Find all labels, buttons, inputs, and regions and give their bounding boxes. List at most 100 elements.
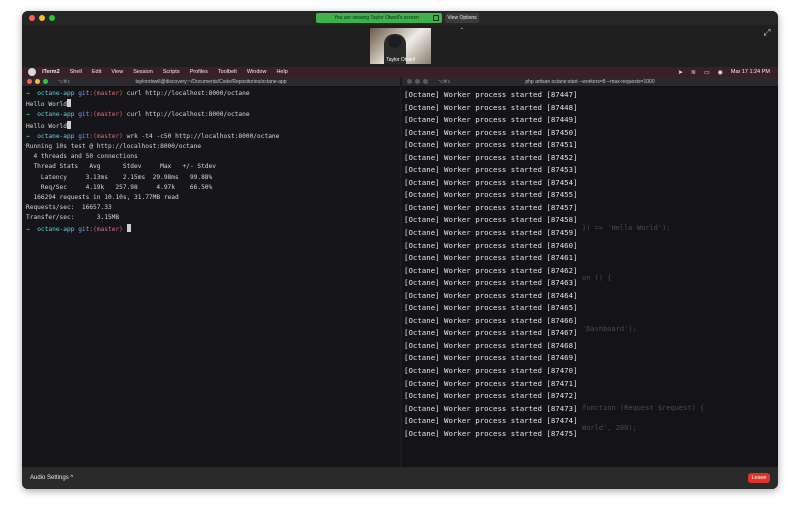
audio-settings-button[interactable]: Audio Settings ^	[30, 467, 73, 489]
worker-line: [Octane] Worker process started [87450]	[404, 127, 578, 137]
screen-share-banner: You are viewing Taylor Otwell's screen	[316, 13, 442, 23]
worker-line: [Octane] Worker process started [87454]	[404, 177, 578, 187]
worker-line: [Octane] Worker process started [87451]	[404, 140, 578, 150]
menu-item-help[interactable]: Help	[276, 69, 287, 75]
worker-line: [Octane] Worker process started [87474]	[404, 416, 578, 426]
menu-item-iterm2[interactable]: iTerm2	[42, 69, 60, 75]
prompt-dir: octane-app	[37, 111, 75, 119]
menu-item-edit[interactable]: Edit	[92, 69, 101, 75]
worker-line: [Octane] Worker process started [87460]	[404, 240, 578, 250]
worker-line: [Octane] Worker process started [87457]	[404, 202, 578, 212]
wrk-output-line: 4 threads and 50 connections	[26, 153, 138, 161]
wifi-icon[interactable]: ≋	[691, 69, 696, 76]
worker-line: [Octane] Worker process started [87462]	[404, 265, 578, 275]
worker-line: [Octane] Worker process started [87455]	[404, 190, 578, 200]
terminal-title: php artisan octane:start --workers=8 --m…	[525, 79, 655, 85]
control-center-icon[interactable]: ◉	[718, 69, 723, 76]
prompt-branch: (master)	[93, 132, 123, 140]
prompt-git: git:	[78, 111, 94, 119]
worker-line: [Octane] Worker process started [87463]	[404, 278, 578, 288]
worker-line: [Octane] Worker process started [87453]	[404, 165, 578, 175]
menubar-status: ➤ ≋ ▭ ◉ Mar 17 1:24 PM	[678, 67, 770, 77]
command-line: curl http://localhost:8000/octane	[126, 90, 250, 97]
window-controls	[29, 15, 55, 21]
worker-line: [Octane] Worker process started [87447]	[404, 90, 578, 99]
menu-item-session[interactable]: Session	[133, 69, 153, 75]
prompt-git: git:	[78, 225, 94, 233]
prompt-dir: octane-app	[37, 132, 75, 140]
terminal-cursor-mark	[66, 99, 71, 108]
terminal-pane-left[interactable]: ⌥⌘1 taylorotwell@discovery:~/Documents/C…	[22, 77, 400, 467]
zoom-window-button[interactable]	[49, 15, 55, 21]
leave-button[interactable]: Leave	[748, 473, 770, 483]
battery-icon[interactable]: ▭	[704, 69, 710, 76]
worker-line: [Octane] Worker process started [87472]	[404, 391, 578, 401]
prompt-branch: (master)	[93, 90, 123, 97]
menu-item-shell[interactable]: Shell	[70, 69, 82, 75]
terminal-titlebar: ⌥⌘1 taylorotwell@discovery:~/Documents/C…	[22, 77, 400, 87]
screen-share-banner-text: You are viewing Taylor Otwell's screen	[334, 15, 419, 21]
wrk-output-line: Transfer/sec: 3.15MB	[26, 214, 120, 222]
menu-item-profiles[interactable]: Profiles	[190, 69, 208, 75]
wrk-output-line: Thread Stats Avg Stdev Max +/- Stdev	[26, 163, 216, 171]
worker-line: [Octane] Worker process started [87468]	[404, 340, 578, 350]
worker-line: [Octane] Worker process started [87466]	[404, 315, 578, 325]
worker-line: [Octane] Worker process started [87473]	[404, 403, 578, 413]
menu-item-scripts[interactable]: Scripts	[163, 69, 180, 75]
prompt-arrow-icon: →	[26, 225, 38, 233]
wrk-output-line: Req/Sec 4.19k 257.98 4.97k 66.50%	[26, 183, 213, 191]
participant-name: Taylor Otwell	[386, 57, 415, 63]
share-screen-icon	[433, 15, 439, 21]
command-line: wrk -t4 -c50 http://localhost:8000/octan…	[126, 132, 280, 140]
command-output: Hello World	[26, 122, 67, 130]
prompt-arrow-icon: →	[26, 111, 38, 119]
command-output: Hello World	[26, 101, 67, 109]
mac-menubar: iTerm2 Shell Edit View Session Scripts P…	[22, 67, 778, 77]
expand-icon[interactable]: ⤢	[762, 27, 772, 37]
prompt-git: git:	[78, 132, 94, 140]
wrk-output-line: 166294 requests in 10.10s, 31.77MB read	[26, 194, 179, 202]
wrk-output-line: Requests/sec: 16657.33	[26, 204, 112, 212]
worker-line: [Octane] Worker process started [87471]	[404, 378, 578, 388]
terminal-cursor-mark	[66, 120, 71, 129]
audio-settings-label: Audio Settings	[30, 475, 69, 481]
zoom-window: You are viewing Taylor Otwell's screen V…	[22, 11, 778, 489]
prompt-dir: octane-app	[37, 225, 75, 233]
worker-line: [Octane] Worker process started [87448]	[404, 102, 578, 112]
menu-item-toolbelt[interactable]: Toolbelt	[218, 69, 237, 75]
worker-line: [Octane] Worker process started [87461]	[404, 253, 578, 263]
caret-up-icon: ^	[70, 475, 74, 481]
prompt-arrow-icon: →	[26, 90, 38, 97]
terminal-output: → octane-app git:(master) curl http://lo…	[26, 89, 396, 235]
menubar-clock[interactable]: Mar 17 1:24 PM	[731, 69, 770, 75]
worker-output: [Octane] Worker process started [87447] …	[404, 89, 774, 440]
worker-line: [Octane] Worker process started [87470]	[404, 366, 578, 376]
menu-item-window[interactable]: Window	[247, 69, 267, 75]
zoom-toolbar: Audio Settings ^ Leave	[22, 467, 778, 489]
worker-line: [Octane] Worker process started [87464]	[404, 290, 578, 300]
worker-line: [Octane] Worker process started [87467]	[404, 328, 578, 338]
menu-item-view[interactable]: View	[111, 69, 123, 75]
view-options-button[interactable]: View Options ⌄	[445, 13, 479, 31]
location-icon[interactable]: ➤	[678, 69, 683, 76]
app-icon[interactable]	[28, 68, 36, 76]
prompt-arrow-icon: →	[26, 132, 38, 140]
prompt-branch: (master)	[93, 111, 123, 119]
terminal-pane-right[interactable]: ⌥⌘1 php artisan octane:start --workers=8…	[402, 77, 778, 467]
worker-line: [Octane] Worker process started [87452]	[404, 152, 578, 162]
terminal-cursor[interactable]	[126, 223, 131, 232]
zoom-titlebar: You are viewing Taylor Otwell's screen V…	[22, 11, 778, 31]
worker-line: [Octane] Worker process started [87469]	[404, 353, 578, 363]
prompt-branch: (master)	[93, 225, 123, 233]
minimize-window-button[interactable]	[39, 15, 45, 21]
participant-video[interactable]: Taylor Otwell	[370, 28, 431, 64]
prompt-dir: octane-app	[37, 90, 75, 97]
worker-line: [Octane] Worker process started [87459]	[404, 228, 578, 238]
shared-screen: iTerm2 Shell Edit View Session Scripts P…	[22, 67, 778, 467]
command-line: curl http://localhost:8000/octane	[126, 111, 250, 119]
wrk-output-line: Latency 3.13ms 2.15ms 29.98ms 99.88%	[26, 173, 213, 181]
close-window-button[interactable]	[29, 15, 35, 21]
worker-line: [Octane] Worker process started [87475]	[404, 428, 578, 438]
worker-line: [Octane] Worker process started [87449]	[404, 115, 578, 125]
terminal-titlebar: ⌥⌘1 php artisan octane:start --workers=8…	[402, 77, 778, 87]
